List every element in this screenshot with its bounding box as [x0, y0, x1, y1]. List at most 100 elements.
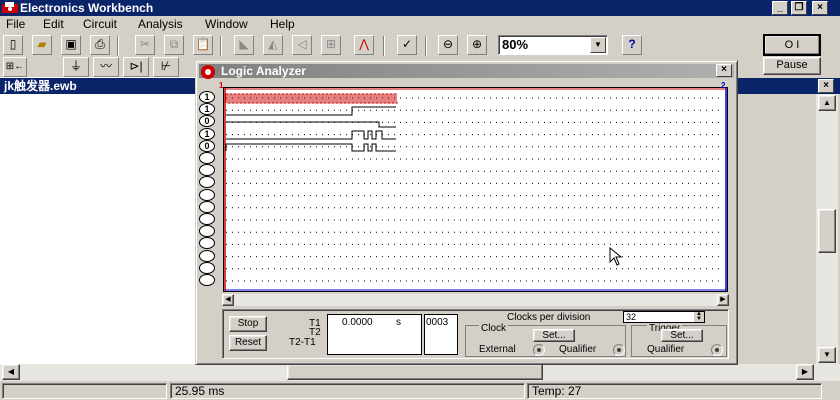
- printer-icon: ⎙: [95, 37, 105, 51]
- scroll-left-button[interactable]: ◀: [2, 364, 20, 380]
- document-close-button[interactable]: ×: [818, 79, 834, 93]
- hscroll-thumb[interactable]: [287, 364, 543, 380]
- terminal-1[interactable]: 1: [199, 103, 215, 116]
- power-switch[interactable]: O I: [763, 34, 821, 56]
- terminal-8[interactable]: [199, 188, 215, 201]
- time-readout: 0.0000 s: [327, 314, 422, 355]
- clocks-spinner[interactable]: ▲ ▼: [694, 311, 704, 322]
- flip-vertical-button[interactable]: ◭: [263, 35, 283, 55]
- component-properties-button[interactable]: ✓: [397, 35, 417, 55]
- clocks-per-division-input[interactable]: 32 ▲ ▼: [623, 311, 705, 323]
- cut-button[interactable]: ✂: [135, 35, 155, 55]
- status-temp: Temp: 27: [527, 383, 822, 399]
- logic-analyzer-title-bar: Logic Analyzer ×: [199, 64, 734, 79]
- diodes-bin-button[interactable]: ⊳|: [123, 57, 149, 77]
- trigger-qualifier-label: Qualifier: [647, 344, 685, 355]
- terminal-9[interactable]: [199, 200, 215, 213]
- close-button[interactable]: ×: [812, 1, 828, 15]
- graph-icon: ⋀: [359, 37, 369, 51]
- subcircuit-button[interactable]: ⊞: [321, 35, 341, 55]
- sources-bin-button[interactable]: ⏚: [63, 57, 89, 77]
- clock-set-button[interactable]: Set...: [533, 329, 575, 342]
- paste-button[interactable]: 📋: [193, 35, 213, 55]
- transistors-bin-button[interactable]: ⊬: [153, 57, 179, 77]
- zoom-value: 80%: [502, 37, 529, 52]
- menu-edit[interactable]: Edit: [43, 17, 64, 31]
- circuit-canvas[interactable]: [0, 77, 205, 379]
- menu-help[interactable]: Help: [270, 17, 295, 31]
- folder-icon: ▰: [37, 37, 47, 51]
- terminal-5[interactable]: [199, 152, 215, 164]
- menu-file[interactable]: File: [6, 17, 25, 31]
- menu-circuit[interactable]: Circuit: [83, 17, 117, 31]
- trigger-qualifier-radio[interactable]: [711, 344, 723, 356]
- flip-horizontal-button[interactable]: ◁: [292, 35, 312, 55]
- restore-button[interactable]: ❐: [791, 1, 807, 15]
- status-time: 25.95 ms: [170, 383, 525, 399]
- wave-scroll-right-button[interactable]: ▶: [717, 294, 729, 306]
- zoom-out-button[interactable]: ⊖: [438, 35, 458, 55]
- app-title: Electronics Workbench: [20, 1, 154, 15]
- logic-analyzer-window[interactable]: Logic Analyzer × 11010 1 2 ◀ ▶ Stop Rese…: [195, 60, 738, 365]
- waveform-scrollbar[interactable]: ◀ ▶: [222, 294, 729, 306]
- basic-bin-button[interactable]: 〰: [93, 57, 119, 77]
- trigger-set-button[interactable]: Set...: [661, 329, 703, 342]
- waveform-canvas: [224, 88, 727, 291]
- terminal-2[interactable]: 0: [199, 115, 215, 128]
- menu-window[interactable]: Window: [205, 17, 248, 31]
- scroll-thumb[interactable]: [818, 209, 836, 253]
- menu-analysis[interactable]: Analysis: [138, 17, 183, 31]
- wave-scroll-left-button[interactable]: ◀: [222, 294, 234, 306]
- instrument-icon: [201, 65, 215, 79]
- scroll-right-button[interactable]: ▶: [796, 364, 814, 380]
- waveform-display[interactable]: [223, 87, 728, 292]
- marker-1[interactable]: 1: [219, 82, 228, 90]
- terminal-0[interactable]: 1: [199, 91, 215, 103]
- zoom-select[interactable]: 80% ▼: [498, 35, 608, 55]
- control-panel: Stop Reset T1 T2 T2-T1 0.0000 s 0003 Clo…: [222, 309, 729, 359]
- scroll-up-button[interactable]: ▲: [818, 95, 836, 111]
- terminal-15[interactable]: [199, 274, 215, 286]
- mouse-cursor-icon: [609, 247, 623, 266]
- graph-button[interactable]: ⋀: [354, 35, 374, 55]
- terminal-10[interactable]: [199, 213, 215, 225]
- t1-unit: s: [396, 317, 401, 328]
- terminal-12[interactable]: [199, 237, 215, 250]
- clock-qualifier-radio[interactable]: [613, 344, 625, 356]
- copy-button[interactable]: ⧉: [164, 35, 184, 55]
- t2-t1-label: T2-T1: [289, 337, 316, 348]
- terminal-7[interactable]: [199, 176, 215, 189]
- favorites-bin-button[interactable]: ⊞←: [3, 57, 27, 77]
- input-terminals: 11010: [196, 87, 222, 292]
- menu-bar: File Edit Circuit Analysis Window Help: [0, 16, 840, 34]
- print-button[interactable]: ⎙: [90, 35, 110, 55]
- terminal-3[interactable]: 1: [199, 127, 215, 140]
- logic-analyzer-close-button[interactable]: ×: [716, 64, 732, 77]
- terminal-4[interactable]: 0: [199, 139, 215, 152]
- save-button[interactable]: ▣: [61, 35, 81, 55]
- scroll-down-button[interactable]: ▼: [818, 347, 836, 363]
- marker-2[interactable]: 2: [721, 82, 730, 90]
- external-radio[interactable]: [533, 344, 545, 356]
- chevron-down-icon[interactable]: ▼: [590, 37, 606, 53]
- zoom-in-icon: ⊕: [471, 37, 483, 51]
- reset-button[interactable]: Reset: [229, 335, 267, 351]
- clocks-per-division-label: Clocks per division: [507, 312, 591, 323]
- open-file-button[interactable]: ▰: [32, 35, 52, 55]
- stop-button[interactable]: Stop: [229, 316, 267, 332]
- horizontal-scrollbar[interactable]: ◀ ▶: [0, 364, 840, 381]
- document-title: jk触发器.ewb: [4, 79, 77, 93]
- minimize-button[interactable]: _: [772, 1, 788, 15]
- logic-analyzer-title: Logic Analyzer: [221, 64, 306, 78]
- terminal-13[interactable]: [199, 249, 215, 262]
- help-button[interactable]: ?: [622, 35, 642, 55]
- vertical-scrollbar[interactable]: ▲ ▼: [816, 94, 838, 364]
- rotate-button[interactable]: ◣: [234, 35, 254, 55]
- terminal-6[interactable]: [199, 164, 215, 177]
- pause-button[interactable]: Pause: [763, 57, 821, 75]
- zoom-in-button[interactable]: ⊕: [467, 35, 487, 55]
- terminal-11[interactable]: [199, 225, 215, 238]
- new-file-button[interactable]: ▯: [3, 35, 23, 55]
- terminal-14[interactable]: [199, 261, 215, 274]
- clocks-value: 32: [626, 312, 637, 322]
